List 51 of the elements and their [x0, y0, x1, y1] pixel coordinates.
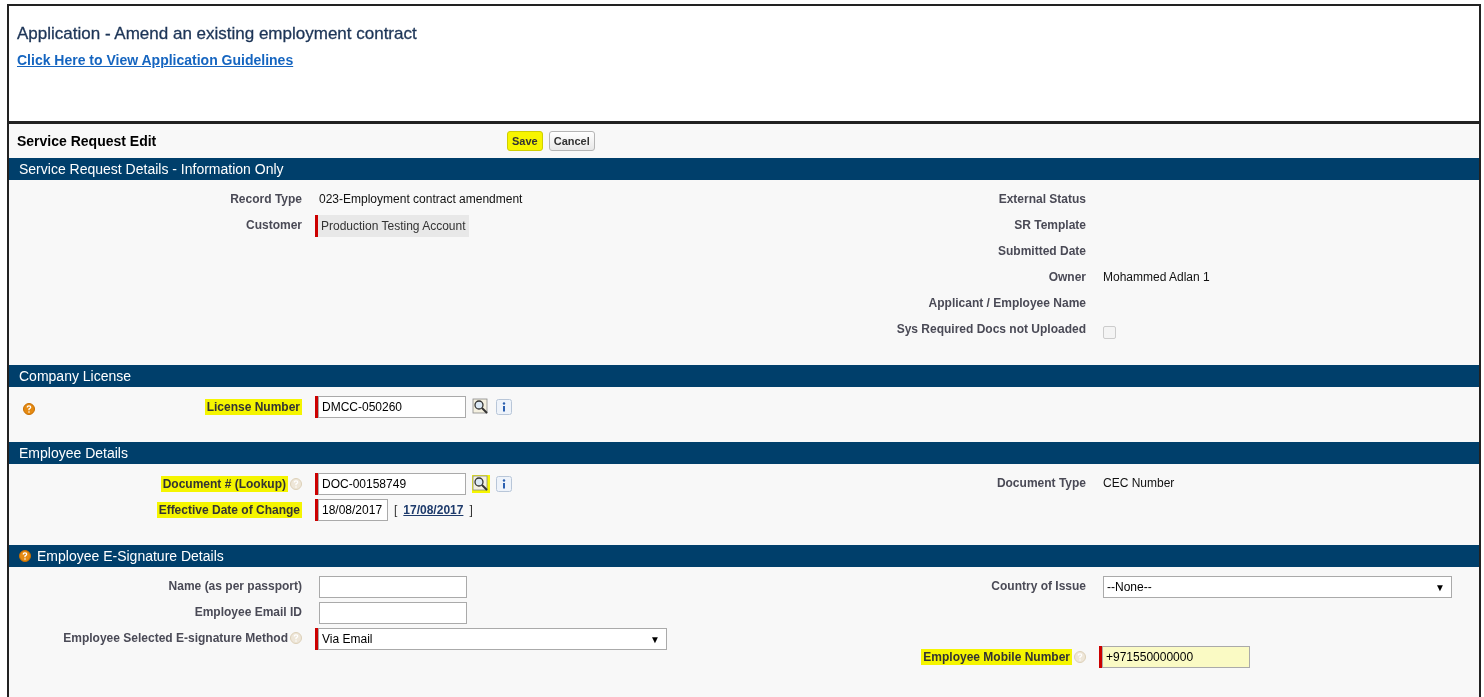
field-label: SR Template: [1014, 218, 1086, 232]
help-icon: [1074, 651, 1086, 663]
field-label: Name (as per passport): [168, 579, 302, 593]
guidelines-link[interactable]: Click Here to View Application Guidelines: [17, 52, 294, 68]
help-icon: [23, 403, 35, 415]
field-label: Submitted Date: [998, 244, 1086, 258]
field-label: Owner: [1048, 270, 1086, 284]
field-label: External Status: [998, 192, 1086, 206]
page-title: Application - Amend an existing employment contract: [17, 24, 417, 44]
section-title: Company License: [19, 368, 132, 384]
date-input[interactable]: 18/08/2017: [318, 499, 388, 521]
text-input[interactable]: [319, 602, 467, 624]
bracket: [: [394, 503, 398, 517]
field-label: Sys Required Docs not Uploaded: [896, 322, 1086, 336]
form-button[interactable]: Cancel: [548, 131, 595, 151]
field-label: Employee Selected E-signature Method: [63, 631, 288, 645]
bracket: ]: [469, 503, 473, 517]
section-title: Employee Details: [19, 445, 128, 461]
field-value: Production Testing Account: [318, 215, 469, 237]
field-label: Document # (Lookup): [160, 476, 288, 492]
lookup-icon[interactable]: [472, 398, 490, 416]
dropdown[interactable]: Via Email ▼: [318, 628, 667, 650]
field-label: Customer: [246, 218, 302, 232]
field-label: Applicant / Employee Name: [928, 296, 1086, 310]
info-icon[interactable]: [496, 476, 512, 492]
section-title: Employee E-Signature Details: [37, 548, 224, 564]
field-label: License Number: [204, 399, 302, 415]
field-label: Country of Issue: [991, 579, 1086, 593]
help-icon: [19, 550, 31, 562]
field-label: Employee Mobile Number: [921, 649, 1072, 665]
field-value: Mohammed Adlan 1: [1103, 269, 1210, 284]
section-title: Service Request Details - Information Only: [19, 161, 284, 177]
form-title: Service Request Edit: [17, 133, 158, 149]
checkbox[interactable]: [1103, 325, 1116, 339]
field-value: 023-Employment contract amendment: [319, 191, 523, 206]
help-icon: [290, 632, 302, 644]
field-label: Effective Date of Change: [156, 502, 302, 518]
field-label: Record Type: [230, 192, 302, 206]
help-icon: [290, 478, 302, 490]
field-value: CEC Number: [1103, 475, 1175, 490]
text-input[interactable]: [319, 576, 467, 598]
form-button[interactable]: Save: [507, 131, 543, 151]
lookup-input[interactable]: DOC-00158749: [318, 473, 466, 495]
today-link[interactable]: 17/08/2017: [403, 503, 464, 517]
dropdown[interactable]: --None-- ▼: [1103, 576, 1452, 598]
lookup-icon[interactable]: [472, 475, 490, 493]
info-icon[interactable]: [496, 399, 512, 415]
text-input[interactable]: +971550000000: [1102, 646, 1250, 668]
lookup-input[interactable]: DMCC-050260: [318, 396, 466, 418]
field-label: Employee Email ID: [194, 605, 302, 619]
field-label: Document Type: [996, 476, 1086, 490]
